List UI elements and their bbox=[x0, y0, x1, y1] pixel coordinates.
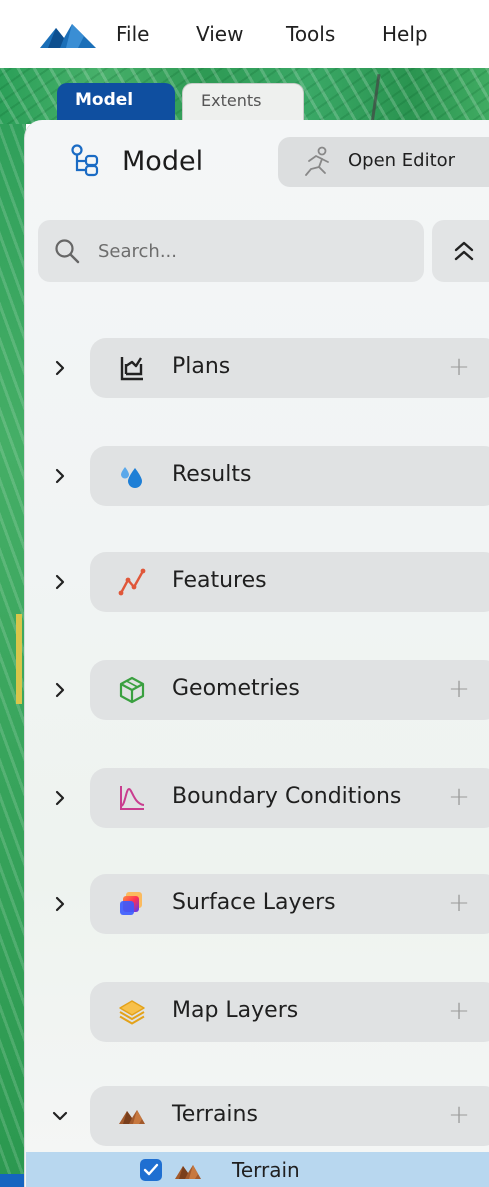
tree-item-geometries[interactable]: Geometries + bbox=[90, 660, 489, 720]
tree-item-label: Terrains bbox=[172, 1102, 258, 1127]
tree-row-map-layers: Map Layers + bbox=[40, 982, 489, 1042]
tree-item-plans[interactable]: Plans + bbox=[90, 338, 489, 398]
tree-item-surface-layers[interactable]: Surface Layers + bbox=[90, 874, 489, 934]
tree-row-results: Results bbox=[40, 446, 489, 506]
tree-item-label: Boundary Conditions bbox=[172, 784, 402, 809]
tree-item-label: Results bbox=[172, 462, 252, 487]
tree-item-label: Surface Layers bbox=[172, 890, 336, 915]
search-input[interactable] bbox=[98, 234, 408, 268]
menu-help[interactable]: Help bbox=[382, 20, 428, 48]
tree-item-map-layers[interactable]: Map Layers + bbox=[90, 982, 489, 1042]
add-surface-layer-button[interactable]: + bbox=[444, 886, 474, 920]
terrain-icon bbox=[119, 1110, 145, 1124]
tree-item-features[interactable]: Features bbox=[90, 552, 489, 612]
layer-stack-icon bbox=[119, 1000, 145, 1025]
open-editor-label: Open Editor bbox=[348, 150, 456, 171]
add-boundary-condition-button[interactable]: + bbox=[444, 780, 474, 814]
menu-file[interactable]: File bbox=[116, 20, 149, 48]
gradient-layers-icon bbox=[120, 892, 142, 915]
map-view-left[interactable] bbox=[0, 124, 26, 1187]
chevron-right-icon[interactable] bbox=[50, 894, 70, 914]
chevron-right-icon[interactable] bbox=[50, 680, 70, 700]
add-geometry-button[interactable]: + bbox=[444, 672, 474, 706]
tree-row-plans: Plans + bbox=[40, 338, 489, 398]
chevron-right-icon[interactable] bbox=[50, 788, 70, 808]
runner-icon bbox=[305, 146, 329, 176]
collapse-all-button[interactable] bbox=[432, 220, 489, 282]
tree-structure-icon bbox=[71, 144, 99, 177]
search-icon bbox=[55, 239, 80, 264]
panel-title: Model bbox=[122, 146, 204, 177]
chevron-right-icon[interactable] bbox=[50, 572, 70, 592]
water-drops-icon bbox=[121, 467, 142, 488]
check-icon bbox=[143, 1163, 159, 1176]
tab-extents[interactable]: Extents bbox=[182, 83, 304, 123]
tree-child-terrain[interactable]: Terrain bbox=[26, 1152, 489, 1187]
add-terrain-button[interactable]: + bbox=[444, 1098, 474, 1132]
tree-row-surface-layers: Surface Layers + bbox=[40, 874, 489, 934]
tree-item-label: Map Layers bbox=[172, 998, 299, 1023]
tree-item-boundary-conditions[interactable]: Boundary Conditions + bbox=[90, 768, 489, 828]
tree-item-label: Features bbox=[172, 568, 267, 593]
tree-row-geometries: Geometries + bbox=[40, 660, 489, 720]
add-plan-button[interactable]: + bbox=[444, 350, 474, 384]
tree-item-terrains[interactable]: Terrains + bbox=[90, 1086, 489, 1146]
tree-row-boundary-conditions: Boundary Conditions + bbox=[40, 768, 489, 828]
open-editor-button[interactable]: Open Editor bbox=[278, 137, 489, 187]
search-box[interactable] bbox=[38, 220, 424, 282]
map-highlight bbox=[16, 614, 22, 704]
polyline-icon bbox=[118, 568, 146, 596]
chevron-right-icon[interactable] bbox=[50, 466, 70, 486]
menu-tools[interactable]: Tools bbox=[286, 20, 335, 48]
hydrograph-icon bbox=[120, 786, 145, 810]
tree-child-label: Terrain bbox=[232, 1158, 300, 1182]
menu-view[interactable]: View bbox=[196, 20, 243, 48]
tab-model[interactable]: Model bbox=[57, 83, 175, 123]
menu-bar: File View Tools Help bbox=[0, 0, 489, 68]
cube-icon bbox=[119, 676, 145, 704]
map-selection-marker bbox=[0, 1174, 26, 1187]
terrain-icon bbox=[175, 1165, 201, 1179]
tree-item-label: Geometries bbox=[172, 676, 300, 701]
plans-chart-icon bbox=[120, 357, 143, 381]
tree-item-label: Plans bbox=[172, 354, 231, 379]
tree-row-features: Features bbox=[40, 552, 489, 612]
mountain-logo-icon[interactable] bbox=[40, 20, 96, 50]
add-map-layer-button[interactable]: + bbox=[444, 994, 474, 1028]
chevron-right-icon[interactable] bbox=[50, 358, 70, 378]
double-chevron-up-icon bbox=[454, 241, 474, 261]
chevron-down-icon[interactable] bbox=[50, 1106, 70, 1126]
terrain-visibility-checkbox[interactable] bbox=[140, 1159, 162, 1181]
tree-item-results[interactable]: Results bbox=[90, 446, 489, 506]
tree-row-terrains: Terrains + bbox=[40, 1086, 489, 1146]
